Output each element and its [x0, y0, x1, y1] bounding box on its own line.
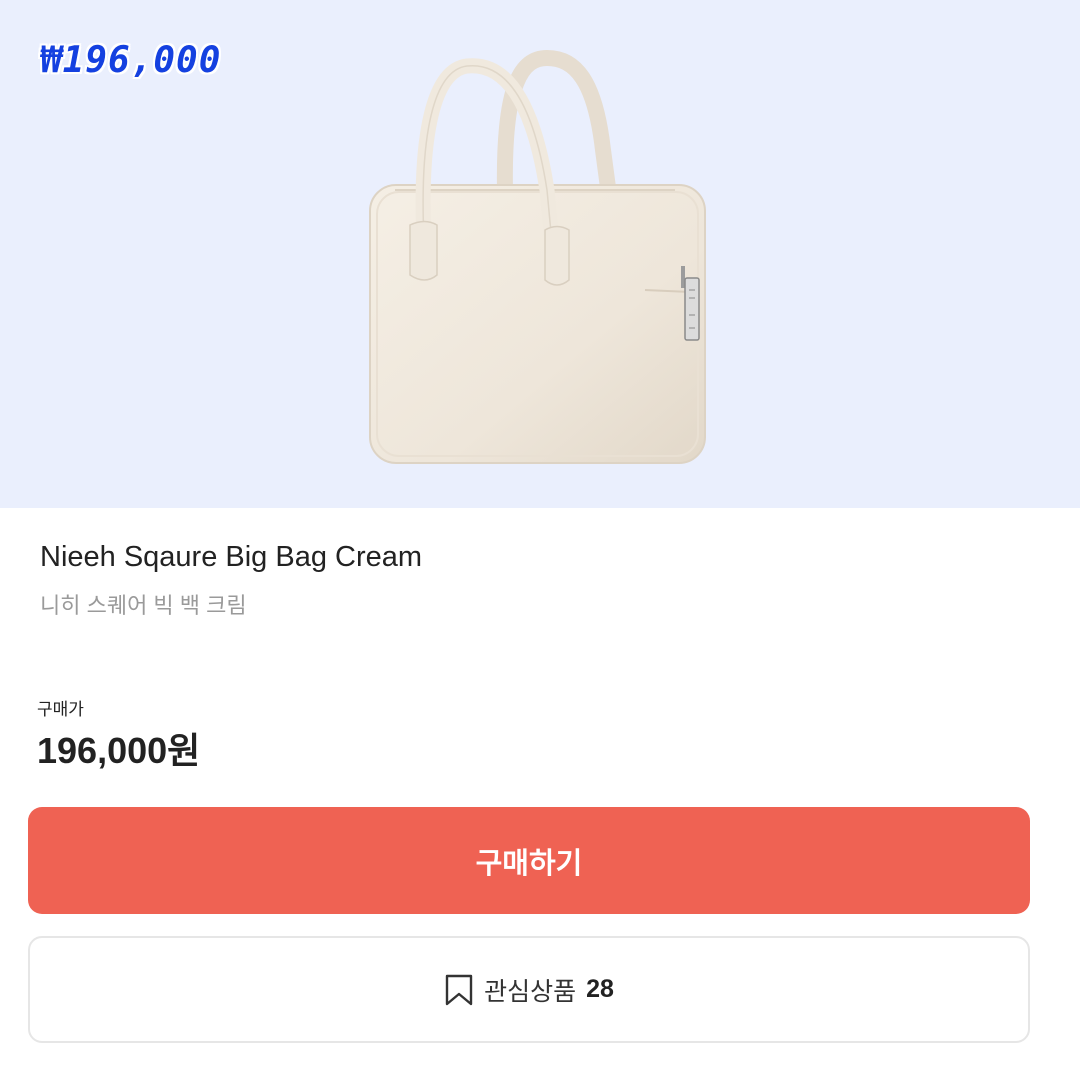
product-image-area: ₩196,000	[0, 0, 1080, 508]
price-tag-overlay: ₩196,000	[40, 40, 222, 81]
product-image[interactable]	[355, 40, 725, 470]
buy-button[interactable]: 구매하기	[28, 807, 1030, 914]
price-value: 196,000원	[37, 730, 201, 771]
bookmark-icon	[444, 974, 474, 1006]
wishlist-button[interactable]: 관심상품 28	[28, 936, 1030, 1043]
buy-button-label: 구매하기	[475, 847, 583, 880]
wishlist-count: 28	[586, 975, 614, 1003]
wishlist-label: 관심상품	[484, 977, 577, 1006]
product-name-ko: 니히 스퀘어 빅 백 크림	[40, 593, 247, 618]
price-label: 구매가	[37, 700, 84, 719]
product-name-en: Nieeh Sqaure Big Bag Cream	[40, 541, 423, 573]
